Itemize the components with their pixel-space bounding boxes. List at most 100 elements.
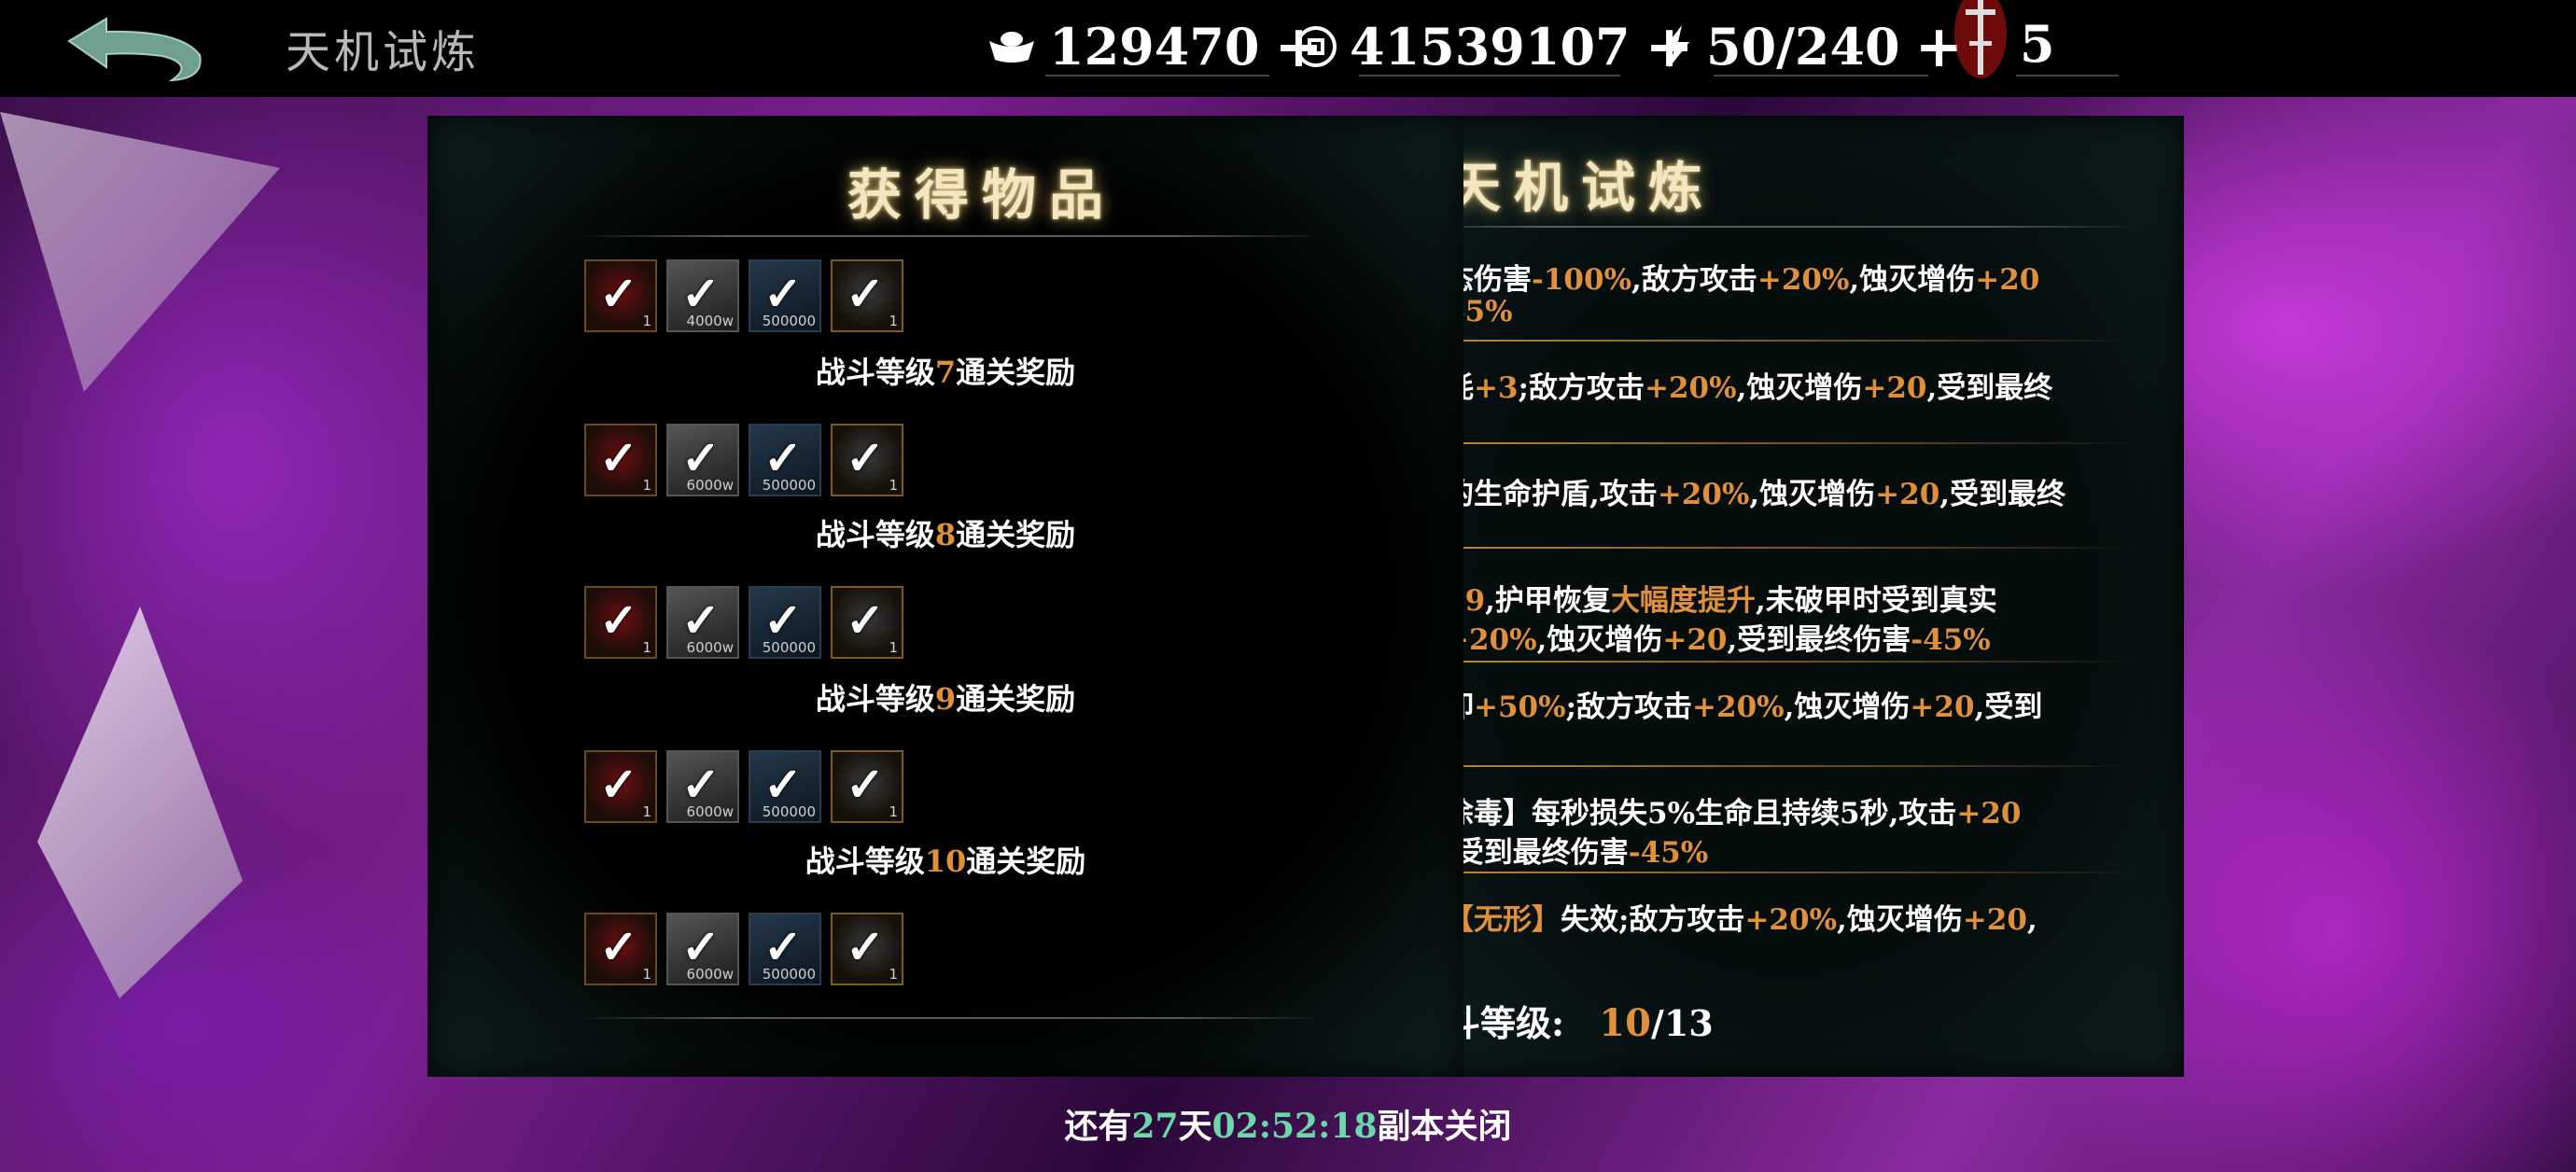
item-count: 500000 — [762, 313, 816, 329]
title-divider — [1391, 226, 2137, 228]
item-count: 1 — [889, 803, 898, 820]
modifier-value: -45% — [1911, 623, 1991, 657]
ingot-resource: 129470 + — [986, 17, 1323, 77]
label-prefix: 战斗等级 — [815, 355, 935, 390]
game-screen: 天机试炼 129470 + 41539107 + 50/240 + — [0, 0, 2576, 1172]
back-arrow-icon — [67, 17, 202, 82]
modifier-divider — [1409, 661, 2137, 663]
silver-reward-item[interactable]: ✓ 500000 — [749, 913, 821, 985]
modifier-line: 耗+3;敌方攻击+20%,蚀灭增伤+20,受到最终 — [1445, 364, 2117, 406]
exp-reward-item[interactable]: ✓ 6000w — [666, 586, 739, 659]
back-button[interactable] — [60, 13, 209, 88]
modifier-line: 99,护甲恢复大幅度提升,未破甲时受到真实 — [1445, 577, 2117, 619]
level-number: 10 — [924, 844, 967, 879]
equipment-reward-item[interactable]: ✓ 1 — [831, 586, 903, 659]
claimed-check-icon: ✓ — [846, 593, 885, 648]
item-count: 6000w — [686, 639, 734, 656]
claimed-check-icon: ✓ — [681, 593, 721, 648]
divider — [1359, 75, 1620, 77]
exp-reward-item[interactable]: ✓ 6000w — [666, 750, 739, 823]
modifier-text: 涂毒】每秒损失5%生命且持续5秒,攻击 — [1445, 797, 1957, 830]
modifier-value: +20% — [1757, 263, 1850, 297]
modifier-line: 涂毒】每秒损失5%生命且持续5秒,攻击+20 — [1445, 789, 2117, 831]
key-value: 5 — [2020, 14, 2055, 74]
gear-reward-item[interactable]: ✓ 1 — [584, 913, 657, 985]
item-count: 500000 — [762, 639, 816, 656]
item-count: 4000w — [686, 313, 734, 329]
modifier-text: ,护甲恢复 — [1485, 584, 1611, 618]
reward-row: ✓ 1 ✓ 6000w ✓ 500000 ✓ 1 — [584, 913, 903, 985]
modifier-divider — [1409, 340, 2137, 342]
gear-reward-item[interactable]: ✓ 1 — [584, 750, 657, 823]
ingot-value: 129470 — [1049, 17, 1260, 77]
exp-reward-item[interactable]: ✓ 4000w — [666, 259, 739, 332]
reward-row: ✓ 1 ✓ 6000w ✓ 500000 ✓ 1 — [584, 586, 903, 659]
gear-reward-item[interactable]: ✓ 1 — [584, 259, 657, 332]
modifier-text: , — [2026, 903, 2037, 937]
claimed-check-icon: ✓ — [763, 919, 803, 974]
claimed-check-icon: ✓ — [681, 757, 721, 812]
modifier-line: 的生命护盾,攻击+20%,蚀灭增伤+20,受到最终 — [1445, 470, 2117, 512]
item-count: 1 — [889, 639, 898, 656]
silver-reward-item[interactable]: ✓ 500000 — [749, 259, 821, 332]
reward-row: ✓ 1 ✓ 4000w ✓ 500000 ✓ 1 — [584, 259, 903, 332]
equipment-reward-item[interactable]: ✓ 1 — [831, 259, 903, 332]
modifier-line: 卸+50%;敌方攻击+20%,蚀灭增伤+20,受到 — [1445, 683, 2117, 725]
label-prefix: 战斗等级 — [815, 681, 935, 717]
equipment-reward-item[interactable]: ✓ 1 — [831, 913, 903, 985]
modifier-text: ,蚀灭增伤 — [1736, 371, 1863, 405]
item-count: 1 — [642, 966, 651, 983]
claimed-check-icon: ✓ — [846, 266, 885, 321]
label-suffix: 通关奖励 — [956, 517, 1076, 552]
exp-reward-item[interactable]: ✓ 6000w — [666, 424, 739, 496]
claimed-check-icon: ✓ — [599, 757, 638, 812]
title-divider — [577, 235, 1323, 237]
modifier-line: 45% — [1445, 295, 2117, 328]
level-number: 9 — [934, 681, 957, 717]
claimed-check-icon: ✓ — [599, 430, 638, 485]
stage-total: /13 — [1650, 1002, 1714, 1044]
modifier-text: ,蚀灭增伤 — [1837, 903, 1963, 937]
coin-resource: 41539107 + — [1294, 17, 1694, 77]
item-count: 1 — [642, 477, 651, 494]
modifier-text: ,受到最终伤害 — [1727, 623, 1911, 657]
trial-panel-title: 天机试炼 — [1447, 156, 1716, 219]
item-count: 1 — [889, 477, 898, 494]
modifier-value: +20% — [1692, 691, 1785, 724]
item-count: 500000 — [762, 477, 816, 494]
modifier-text: ;敌方攻击 — [1518, 371, 1645, 405]
modifier-value: -45% — [1628, 836, 1709, 870]
divider — [1714, 75, 1928, 77]
reward-level-label: 战斗等级7通关奖励 — [427, 349, 1463, 392]
claimed-check-icon: ✓ — [681, 266, 721, 321]
reward-level-label: 战斗等级8通关奖励 — [427, 511, 1463, 554]
modifier-text: ;敌方攻击 — [1565, 691, 1693, 724]
modifier-value: +20% — [1657, 478, 1750, 511]
claimed-check-icon: ✓ — [599, 266, 638, 321]
item-count: 1 — [642, 803, 651, 820]
equipment-reward-item[interactable]: ✓ 1 — [831, 424, 903, 496]
silver-reward-item[interactable]: ✓ 500000 — [749, 750, 821, 823]
divider — [1045, 75, 1269, 77]
modifier-value: +20 — [1862, 371, 1927, 405]
item-count: 6000w — [686, 803, 734, 820]
item-count: 1 — [642, 313, 651, 329]
label-prefix: 战斗等级 — [815, 517, 935, 552]
modifier-value: +20% — [1645, 371, 1737, 405]
silver-reward-item[interactable]: ✓ 500000 — [749, 586, 821, 659]
reward-row: ✓ 1 ✓ 6000w ✓ 500000 ✓ 1 — [584, 750, 903, 823]
silver-reward-item[interactable]: ✓ 500000 — [749, 424, 821, 496]
modifier-text: ,敌方攻击 — [1631, 263, 1757, 297]
item-count: 1 — [642, 639, 651, 656]
modifier-line: +20%,蚀灭增伤+20,受到最终伤害-45% — [1445, 616, 2117, 658]
claimed-check-icon: ✓ — [681, 919, 721, 974]
exp-reward-item[interactable]: ✓ 6000w — [666, 913, 739, 985]
gear-reward-item[interactable]: ✓ 1 — [584, 586, 657, 659]
modifier-text: ,蚀灭增伤 — [1536, 623, 1663, 657]
gear-reward-item[interactable]: ✓ 1 — [584, 424, 657, 496]
modifier-text: ,受到 — [1974, 691, 2043, 724]
equipment-reward-item[interactable]: ✓ 1 — [831, 750, 903, 823]
modifier-text: ,蚀灭增伤 — [1849, 263, 1976, 297]
claimed-check-icon: ✓ — [763, 757, 803, 812]
trial-panel: 天机试炼 态伤害-100%,敌方攻击+20%,蚀灭增伤+20 45% 耗+3;敌… — [1391, 116, 2184, 1077]
